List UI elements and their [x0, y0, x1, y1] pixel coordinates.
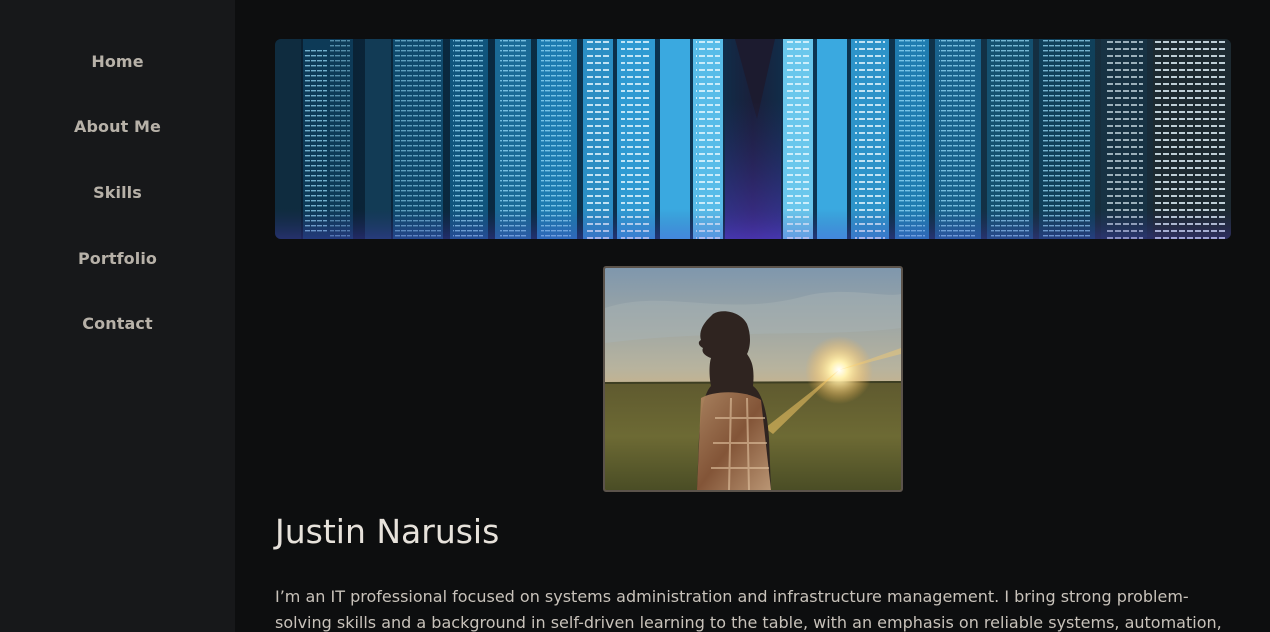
profile-photo: [603, 266, 903, 492]
sunset-portrait-photo: [605, 268, 901, 490]
page: Home About Me Skills Portfolio Contact J…: [0, 0, 1270, 632]
bio-paragraph: I’m an IT professional focused on system…: [275, 587, 1222, 632]
nav-item-contact[interactable]: Contact: [0, 314, 235, 333]
data-center-banner-image: [275, 39, 1231, 239]
main-content: Justin Narusis I’m an IT professional fo…: [235, 0, 1270, 632]
nav-item-home[interactable]: Home: [0, 52, 235, 71]
nav-item-about-me[interactable]: About Me: [0, 117, 235, 136]
page-title: Justin Narusis: [275, 512, 500, 551]
nav-item-skills[interactable]: Skills: [0, 183, 235, 202]
nav-item-portfolio[interactable]: Portfolio: [0, 249, 235, 268]
sidebar-nav: Home About Me Skills Portfolio Contact: [0, 0, 235, 632]
header-banner-image: [275, 39, 1231, 239]
